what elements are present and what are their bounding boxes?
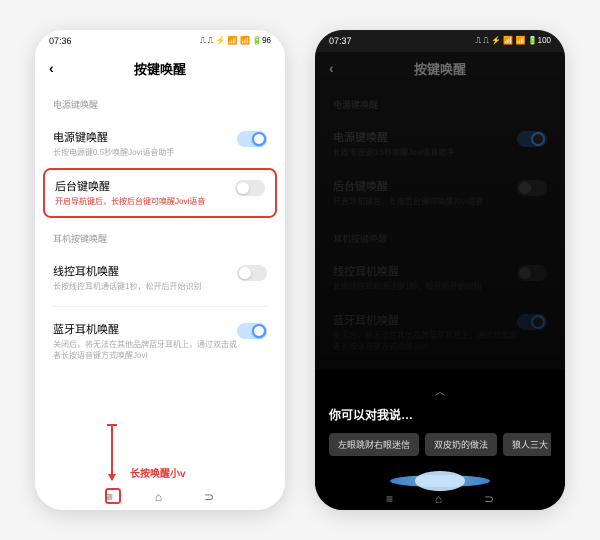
settings-list: 电源键唤醒 电源键唤醒 长按电源键0.5秒唤醒Jovi语音助手 后台键唤醒 开启… <box>315 98 565 362</box>
arrow-icon <box>111 425 113 480</box>
voice-assistant-panel: ︿ 你可以对我说… 左眼跳财右眼迷信 双皮奶的做法 狼人三大 <box>315 369 565 510</box>
suggestion-chips: 左眼跳财右眼迷信 双皮奶的做法 狼人三大 <box>329 433 551 456</box>
item-desc: 开启导航键后，长按后台键可唤醒Jovi语音 <box>55 197 235 207</box>
back-nav-icon[interactable]: ⊃ <box>484 492 494 506</box>
item-title: 电源键唤醒 <box>333 129 517 145</box>
item-title: 后台键唤醒 <box>333 178 517 194</box>
item-desc: 开启导航键后，长按后台键可唤醒Jovi语音 <box>333 197 517 207</box>
section-label: 电源键唤醒 <box>333 98 547 111</box>
section-label: 电源键唤醒 <box>53 98 267 111</box>
toggle-wired-headset[interactable] <box>237 265 267 281</box>
item-desc: 关闭后，将无法在其他品牌蓝牙耳机上，通过双击或者长按语音键方式唤醒Jovi <box>333 331 517 352</box>
toggle-bluetooth-headset <box>517 314 547 330</box>
annotation-arrow <box>111 425 113 480</box>
item-desc: 长按电源键0.5秒唤醒Jovi语音助手 <box>333 148 517 158</box>
wired-headset-wake-item: 线控耳机唤醒 长按线控耳机通话键1秒，松开后开始识别 <box>333 253 547 302</box>
item-title: 线控耳机唤醒 <box>333 263 517 279</box>
back-nav-icon[interactable]: ⊃ <box>204 490 214 504</box>
page-title: 按键唤醒 <box>414 59 466 78</box>
item-title: 线控耳机唤醒 <box>53 263 237 279</box>
menu-icon[interactable]: ≡ <box>386 492 393 506</box>
toggle-back-key-wake[interactable] <box>235 180 265 196</box>
nav-bar: ≡ ⌂ ⊃ <box>35 490 285 504</box>
phone-left: 07:36 ⎍ ⎍ ⚡ 📶 📶 🔋96 ‹ 按键唤醒 电源键唤醒 电源键唤醒 长… <box>35 30 285 510</box>
toggle-power-wake[interactable] <box>237 131 267 147</box>
annotation-text: 长按唤醒小v <box>130 465 186 480</box>
home-icon[interactable]: ⌂ <box>155 490 162 504</box>
settings-list: 电源键唤醒 电源键唤醒 长按电源键0.5秒唤醒Jovi语音助手 后台键唤醒 开启… <box>35 98 285 371</box>
status-icons: ⎍ ⎍ ⚡ 📶 📶 🔋100 <box>475 36 551 46</box>
bluetooth-headset-wake-item: 蓝牙耳机唤醒 关闭后，将无法在其他品牌蓝牙耳机上，通过双击或者长按语音键方式唤醒… <box>333 302 547 362</box>
item-desc: 长按线控耳机通话键1秒，松开后开始识别 <box>53 282 237 292</box>
back-key-wake-item[interactable]: 后台键唤醒 开启导航键后，长按后台键可唤醒Jovi语音 <box>55 176 265 209</box>
assistant-prompt: 你可以对我说… <box>329 406 551 423</box>
item-title: 蓝牙耳机唤醒 <box>53 321 237 337</box>
toggle-back-key-wake <box>517 180 547 196</box>
suggestion-chip[interactable]: 双皮奶的做法 <box>425 433 497 456</box>
header: ‹ 按键唤醒 <box>315 52 565 84</box>
phone-right: 07:37 ⎍ ⎍ ⚡ 📶 📶 🔋100 ‹ 按键唤醒 电源键唤醒 电源键唤醒 … <box>315 30 565 510</box>
power-key-wake-item: 电源键唤醒 长按电源键0.5秒唤醒Jovi语音助手 <box>333 119 547 168</box>
bluetooth-headset-wake-item[interactable]: 蓝牙耳机唤醒 关闭后，将无法在其他品牌蓝牙耳机上，通过双击或者长按语音键方式唤醒… <box>53 311 267 371</box>
power-key-wake-item[interactable]: 电源键唤醒 长按电源键0.5秒唤醒Jovi语音助手 <box>53 119 267 168</box>
toggle-wired-headset <box>517 265 547 281</box>
menu-icon[interactable]: ≡ <box>106 490 113 504</box>
section-label: 耳机按键唤醒 <box>333 232 547 245</box>
back-key-wake-item: 后台键唤醒 开启导航键后，长按后台键可唤醒Jovi语音 <box>333 168 547 217</box>
status-icons: ⎍ ⎍ ⚡ 📶 📶 🔋96 <box>200 36 271 46</box>
time: 07:37 <box>329 36 352 46</box>
item-desc: 长按电源键0.5秒唤醒Jovi语音助手 <box>53 148 237 158</box>
item-title: 后台键唤醒 <box>55 178 235 194</box>
page-title: 按键唤醒 <box>134 59 186 78</box>
wired-headset-wake-item[interactable]: 线控耳机唤醒 长按线控耳机通话键1秒，松开后开始识别 <box>53 253 267 302</box>
toggle-power-wake <box>517 131 547 147</box>
highlighted-box: 后台键唤醒 开启导航键后，长按后台键可唤醒Jovi语音 <box>43 168 277 217</box>
home-icon[interactable]: ⌂ <box>435 492 442 506</box>
chevron-up-icon[interactable]: ︿ <box>329 383 551 398</box>
nav-bar: ≡ ⌂ ⊃ <box>315 492 565 506</box>
item-title: 电源键唤醒 <box>53 129 237 145</box>
divider <box>53 306 267 307</box>
item-desc: 长按线控耳机通话键1秒，松开后开始识别 <box>333 282 517 292</box>
suggestion-chip[interactable]: 狼人三大 <box>503 433 551 456</box>
section-label: 耳机按键唤醒 <box>53 232 267 245</box>
toggle-bluetooth-headset[interactable] <box>237 323 267 339</box>
status-bar: 07:36 ⎍ ⎍ ⚡ 📶 📶 🔋96 <box>35 30 285 52</box>
status-bar: 07:37 ⎍ ⎍ ⚡ 📶 📶 🔋100 <box>315 30 565 52</box>
item-desc: 关闭后，将无法在其他品牌蓝牙耳机上，通过双击或者长按语音键方式唤醒Jovi <box>53 340 237 361</box>
back-icon[interactable]: ‹ <box>329 60 334 76</box>
header: ‹ 按键唤醒 <box>35 52 285 84</box>
suggestion-chip[interactable]: 左眼跳财右眼迷信 <box>329 433 419 456</box>
time: 07:36 <box>49 36 72 46</box>
back-icon[interactable]: ‹ <box>49 60 54 76</box>
item-title: 蓝牙耳机唤醒 <box>333 312 517 328</box>
